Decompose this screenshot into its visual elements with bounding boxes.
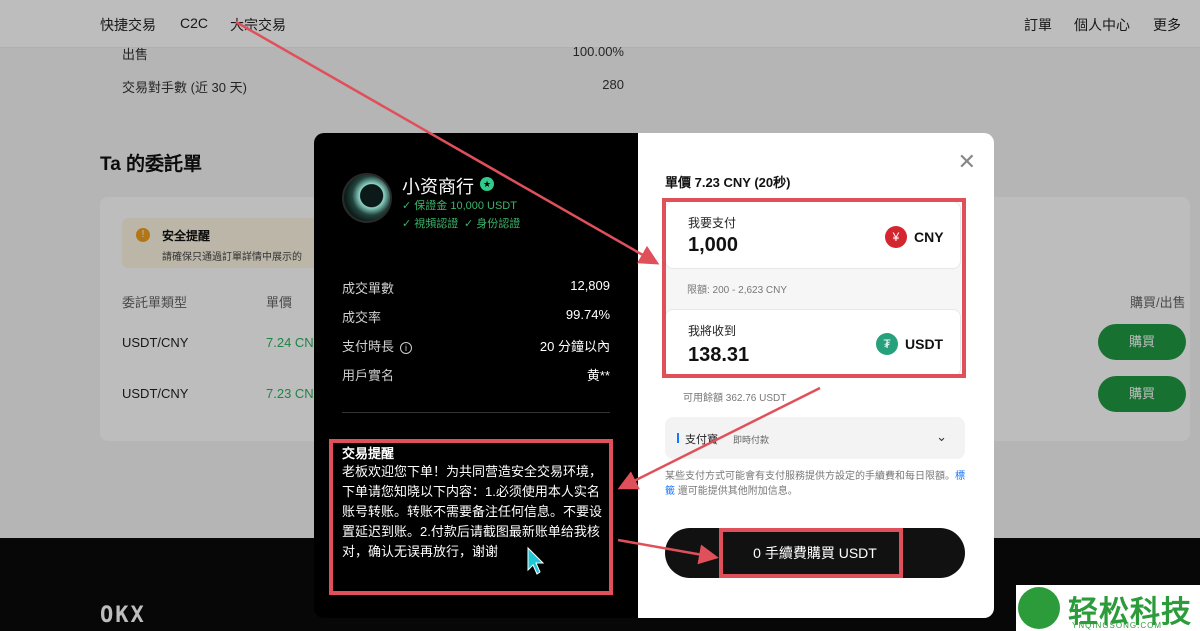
arrow-to-amount: [235, 20, 660, 265]
brand-logo-icon: [1018, 587, 1060, 629]
mouse-cursor-icon: [527, 546, 545, 575]
arrow-to-notice: [617, 386, 821, 490]
watermark: 轻松科技 YNQINGSONG.COM: [1016, 585, 1200, 631]
annotation-arrows: [235, 20, 821, 575]
brand-url: YNQINGSONG.COM: [1072, 621, 1163, 630]
arrow-to-buy-button: [617, 538, 719, 565]
